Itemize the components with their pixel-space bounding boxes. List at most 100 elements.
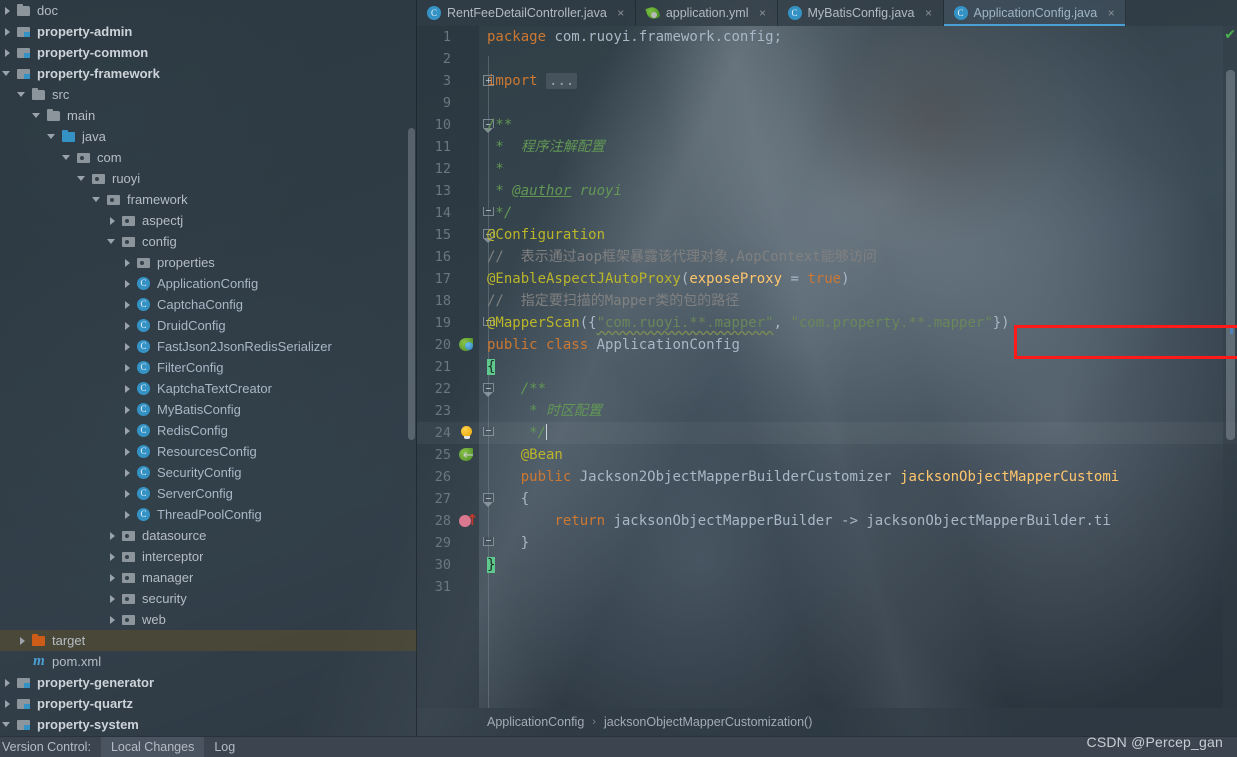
gutter-cell[interactable] (457, 312, 479, 334)
gutter-cell[interactable] (457, 356, 479, 378)
code-editor[interactable]: 1 package com.ruoyi.framework.config; 2 3 im… (417, 26, 1237, 708)
editor-vertical-scrollbar[interactable] (1226, 70, 1235, 440)
gutter-cell[interactable] (457, 70, 479, 92)
tree-node[interactable]: ResourcesConfig (0, 441, 417, 462)
code-line[interactable]: 9 (417, 92, 1237, 114)
chevron-down-icon[interactable] (47, 131, 58, 142)
tree-node[interactable]: manager (0, 567, 417, 588)
code-line[interactable]: 28 return jacksonObjectMapperBuilder -> … (417, 509, 1237, 532)
gutter-cell[interactable] (457, 334, 479, 356)
chevron-right-icon[interactable] (122, 488, 133, 499)
gutter-cell[interactable] (457, 290, 479, 312)
tree-node[interactable]: main (0, 105, 417, 126)
spring-bean-icon[interactable] (459, 338, 474, 353)
editor-tab[interactable]: application.yml × (636, 0, 778, 26)
chevron-right-icon[interactable] (17, 635, 28, 646)
project-tree[interactable]: doc property-admin property-common property… (0, 0, 417, 735)
chevron-down-icon[interactable] (107, 236, 118, 247)
code-line[interactable]: 16 // 表示通过aop框架暴露该代理对象,AopContext能够访问 (417, 246, 1237, 268)
marker-tick[interactable] (1230, 326, 1233, 334)
code-line[interactable]: 29 } (417, 532, 1237, 554)
gutter-cell[interactable] (457, 246, 479, 268)
close-icon[interactable]: × (1105, 6, 1117, 20)
tree-node[interactable]: property-generator (0, 672, 417, 693)
editor-tab[interactable]: MyBatisConfig.java × (778, 0, 944, 26)
code-line[interactable]: 31 (417, 576, 1237, 598)
gutter-cell[interactable] (457, 202, 479, 224)
tree-node[interactable]: target (0, 630, 417, 651)
chevron-right-icon[interactable] (122, 362, 133, 373)
chevron-right-icon[interactable] (2, 677, 13, 688)
chevron-right-icon[interactable] (122, 404, 133, 415)
code-line[interactable]: 24 */ (417, 422, 1237, 444)
code-line[interactable]: 23 * 时区配置 (417, 400, 1237, 422)
tree-node[interactable]: ServerConfig (0, 483, 417, 504)
chevron-down-icon[interactable] (32, 110, 43, 121)
code-line[interactable]: 11 * 程序注解配置 (417, 136, 1237, 158)
tree-node[interactable]: com (0, 147, 417, 168)
code-line[interactable]: 1 package com.ruoyi.framework.config; (417, 26, 1237, 48)
chevron-right-icon[interactable] (107, 215, 118, 226)
editor-tab-bar[interactable]: RentFeeDetailController.java×application… (417, 0, 1237, 26)
tree-node[interactable]: ApplicationConfig (0, 273, 417, 294)
chevron-right-icon[interactable] (122, 509, 133, 520)
override-marker-icon[interactable] (459, 509, 479, 531)
status-log-tab[interactable]: Log (204, 737, 245, 757)
gutter-cell[interactable] (457, 26, 479, 48)
close-icon[interactable]: × (615, 6, 627, 20)
chevron-right-icon[interactable] (122, 257, 133, 268)
tree-node[interactable]: MyBatisConfig (0, 399, 417, 420)
chevron-right-icon[interactable] (122, 446, 133, 457)
tree-node[interactable]: RedisConfig (0, 420, 417, 441)
code-line[interactable]: 18 // 指定要扫描的Mapper类的包的路径 (417, 290, 1237, 312)
close-icon[interactable]: × (757, 6, 769, 20)
status-vcs-label[interactable]: Version Control: (0, 737, 101, 757)
gutter-cell[interactable] (457, 509, 479, 532)
chevron-down-icon[interactable] (92, 194, 103, 205)
tree-node[interactable]: CaptchaConfig (0, 294, 417, 315)
chevron-down-icon[interactable] (62, 152, 73, 163)
code-line[interactable]: 12 * (417, 158, 1237, 180)
gutter-cell[interactable] (457, 576, 479, 598)
tree-node[interactable]: framework (0, 189, 417, 210)
tree-node[interactable]: aspectj (0, 210, 417, 231)
tree-node[interactable]: FilterConfig (0, 357, 417, 378)
tree-node[interactable]: datasource (0, 525, 417, 546)
chevron-down-icon[interactable] (77, 173, 88, 184)
chevron-right-icon[interactable] (107, 593, 118, 604)
chevron-right-icon[interactable] (107, 551, 118, 562)
code-lines[interactable]: 1 package com.ruoyi.framework.config; 2 3 im… (417, 26, 1237, 598)
gutter-cell[interactable] (457, 422, 479, 444)
tree-node[interactable]: java (0, 126, 417, 147)
gutter-cell[interactable] (457, 532, 479, 554)
tree-node[interactable]: FastJson2JsonRedisSerializer (0, 336, 417, 357)
tree-node[interactable]: KaptchaTextCreator (0, 378, 417, 399)
code-line[interactable]: 2 (417, 48, 1237, 70)
close-icon[interactable]: × (923, 6, 935, 20)
chevron-right-icon[interactable] (122, 320, 133, 331)
tree-node[interactable]: doc (0, 0, 417, 21)
chevron-right-icon[interactable] (2, 5, 13, 16)
tree-node[interactable]: interceptor (0, 546, 417, 567)
gutter-cell[interactable] (457, 466, 479, 488)
inspection-ok-icon[interactable]: ✔ (1224, 28, 1236, 42)
gutter-cell[interactable] (457, 554, 479, 576)
chevron-right-icon[interactable] (2, 698, 13, 709)
tree-node[interactable]: property-common (0, 42, 417, 63)
gutter-cell[interactable] (457, 444, 479, 467)
tree-node[interactable]: config (0, 231, 417, 252)
tree-node[interactable]: property-admin (0, 21, 417, 42)
project-tool-window[interactable]: doc property-admin property-common property… (0, 0, 417, 736)
gutter-cell[interactable] (457, 400, 479, 422)
code-line[interactable]: 10 /** (417, 114, 1237, 136)
chevron-down-icon[interactable] (17, 89, 28, 100)
breadcrumb[interactable]: ApplicationConfig › jacksonObjectMapperC… (417, 708, 1237, 736)
tree-node[interactable]: pom.xml (0, 651, 417, 672)
gutter-cell[interactable] (457, 180, 479, 202)
editor-tab[interactable]: RentFeeDetailController.java × (417, 0, 636, 26)
code-line[interactable]: 26 public Jackson2ObjectMapperBuilderCus… (417, 466, 1237, 488)
chevron-right-icon[interactable] (122, 278, 133, 289)
code-line[interactable]: 3 import ... (417, 70, 1237, 92)
marker-bar[interactable]: ✔ (1223, 26, 1237, 708)
gutter-cell[interactable] (457, 92, 479, 114)
